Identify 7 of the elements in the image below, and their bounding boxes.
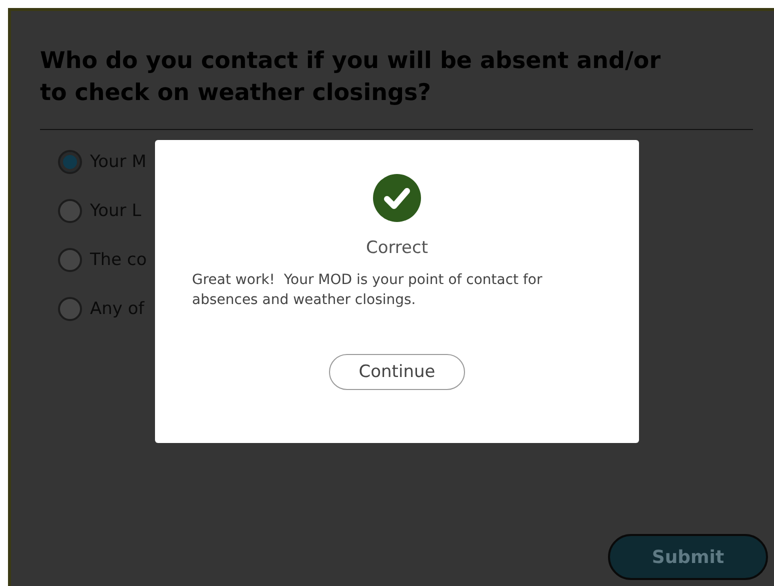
radio-button[interactable] <box>58 296 82 320</box>
feedback-message: Great work! Your MOD is your point of contact for absences and weather closings. <box>192 271 544 310</box>
radio-button[interactable] <box>58 198 82 222</box>
feedback-title: Correct <box>366 238 428 258</box>
radio-button[interactable] <box>58 248 82 272</box>
continue-button[interactable]: Continue <box>329 354 465 390</box>
radio-button[interactable] <box>58 150 82 174</box>
